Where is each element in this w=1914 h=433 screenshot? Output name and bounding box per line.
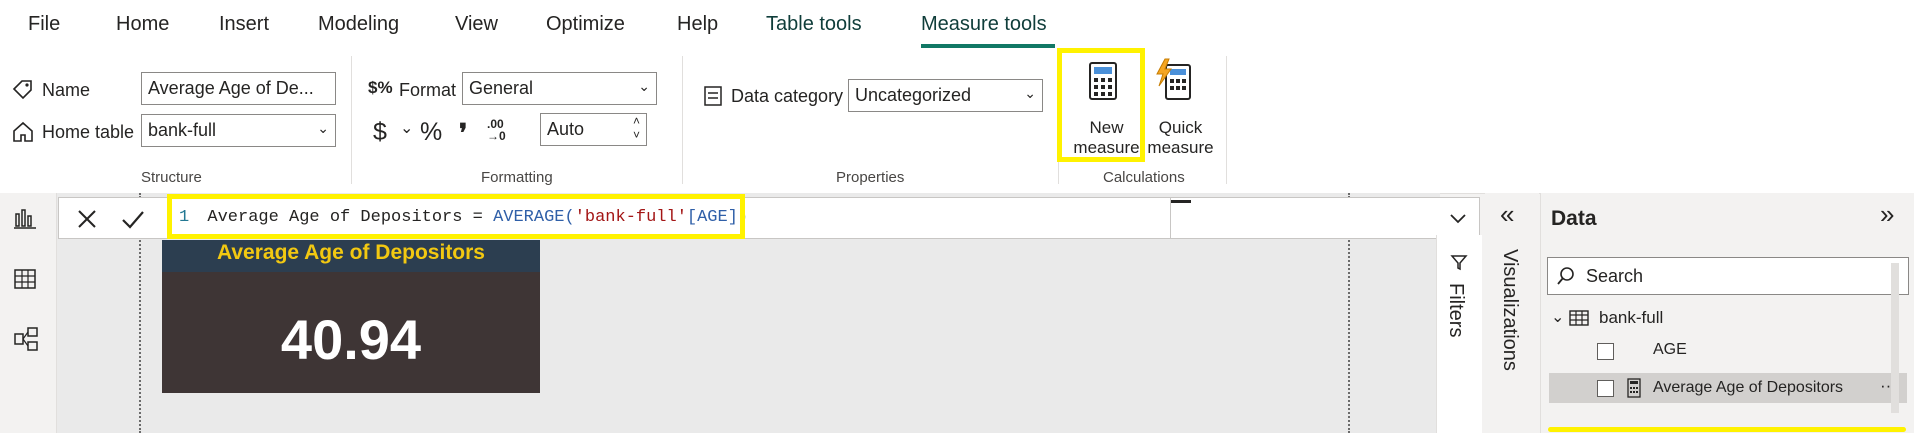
menu-insert[interactable]: Insert <box>219 13 269 36</box>
card-value: 40.94 <box>280 308 422 371</box>
chevron-down-icon[interactable]: ⌄ <box>1551 307 1564 327</box>
decimals-value: Auto <box>547 119 585 139</box>
menu-home[interactable]: Home <box>116 13 169 36</box>
scrollbar[interactable] <box>1891 263 1899 413</box>
decimal-bottom: →0 <box>487 129 506 143</box>
expand-visualizations-icon[interactable]: « <box>1500 199 1514 230</box>
table-name: bank-full <box>1599 308 1664 327</box>
table-bank-full[interactable]: ⌄ bank-full <box>1549 305 1839 333</box>
chevron-down-icon: ⌄ <box>317 120 329 136</box>
home-icon <box>13 121 33 142</box>
filters-pane[interactable]: Filters <box>1436 235 1482 433</box>
decimals-input[interactable]: Auto ˄ ˅ <box>540 113 647 146</box>
name-input[interactable]: Average Age of De... <box>141 72 336 105</box>
search-icon <box>1557 267 1574 285</box>
format-label: Format <box>399 80 457 100</box>
comma-button[interactable]: ❜ <box>459 118 467 149</box>
cancel-icon[interactable] <box>75 207 99 231</box>
format-icon: $% <box>368 78 393 97</box>
field-checkbox[interactable] <box>1597 380 1614 397</box>
structure-group-label: Structure <box>141 169 202 186</box>
formatting-group-label: Formatting <box>481 169 553 186</box>
field-checkbox[interactable] <box>1597 343 1614 360</box>
field-label: Average Age of Depositors <box>1653 379 1844 396</box>
chevron-down-icon: ⌄ <box>638 78 650 94</box>
data-pane: Data » Search ⌄ bank-full AGE Average Ag… <box>1540 193 1914 433</box>
home-table-value: bank-full <box>148 120 217 140</box>
expand-formula-icon[interactable] <box>1449 211 1467 225</box>
commit-icon[interactable] <box>120 207 146 231</box>
data-category-label: Data category <box>731 86 844 106</box>
data-category-value: Uncategorized <box>855 85 972 105</box>
format-value: General <box>469 78 534 98</box>
visualizations-pane[interactable]: « Visualizations <box>1485 193 1539 433</box>
properties-group-label: Properties <box>836 169 905 186</box>
card-title: Average Age of Depositors <box>216 241 485 264</box>
menu-bar: File Home Insert Modeling View Optimize … <box>0 0 1914 52</box>
tag-icon <box>12 80 32 100</box>
divider <box>1226 56 1227 184</box>
filters-label: Filters <box>1445 283 1467 338</box>
field-average-age-of-depositors[interactable]: Average Age of Depositors ··· <box>1549 373 1907 403</box>
report-view-icon[interactable] <box>13 208 37 230</box>
menu-help[interactable]: Help <box>677 13 718 36</box>
collapse-data-icon[interactable]: » <box>1880 199 1894 230</box>
home-table-label: Home table <box>42 122 135 142</box>
table-icon <box>1569 310 1589 326</box>
decimal-button[interactable]: .00 →0 <box>487 118 506 142</box>
field-age[interactable]: AGE <box>1549 338 1889 366</box>
quick-measure-button[interactable]: Quick measure <box>1143 58 1218 168</box>
highlight-field-underline <box>1548 427 1906 432</box>
highlight-formula <box>167 194 745 239</box>
data-category-select[interactable]: Uncategorized ⌄ <box>848 79 1043 112</box>
measure-icon <box>1627 378 1641 398</box>
menu-measure-tools[interactable]: Measure tools <box>921 13 1047 36</box>
currency-dropdown-icon[interactable]: ⌄ <box>400 118 413 138</box>
percent-button[interactable]: % <box>420 118 442 147</box>
quick-measure-label-2: measure <box>1147 138 1214 157</box>
model-view-icon[interactable] <box>13 326 39 352</box>
table-view-icon[interactable] <box>13 268 37 290</box>
menu-optimize[interactable]: Optimize <box>546 13 625 36</box>
visualizations-label: Visualizations <box>1499 249 1521 371</box>
search-placeholder: Search <box>1586 266 1644 286</box>
divider <box>351 56 352 184</box>
quick-measure-icon <box>1156 58 1191 100</box>
menu-file[interactable]: File <box>28 13 60 36</box>
scroll-marker <box>1171 200 1191 203</box>
home-table-select[interactable]: bank-full ⌄ <box>141 114 336 147</box>
format-select[interactable]: General ⌄ <box>462 72 657 105</box>
menu-table-tools[interactable]: Table tools <box>766 13 862 36</box>
chevron-down-icon: ⌄ <box>1024 85 1036 101</box>
field-label: AGE <box>1653 341 1687 358</box>
spinner-icon[interactable]: ˄ ˅ <box>633 114 640 142</box>
menu-modeling[interactable]: Modeling <box>318 13 399 36</box>
currency-button[interactable]: $ <box>373 118 387 147</box>
active-tab-indicator <box>921 44 1055 48</box>
ribbon: Name Average Age of De... Home table ban… <box>0 52 1914 194</box>
left-nav <box>0 193 57 433</box>
divider <box>682 56 683 184</box>
filter-icon <box>1450 255 1468 271</box>
search-box[interactable]: Search <box>1547 257 1909 295</box>
highlight-new-measure <box>1057 48 1145 162</box>
data-category-icon <box>704 86 722 106</box>
menu-view[interactable]: View <box>455 13 498 36</box>
formula-divider <box>1170 198 1171 238</box>
quick-measure-label-1: Quick <box>1158 118 1203 137</box>
calculations-group-label: Calculations <box>1103 169 1185 186</box>
name-label: Name <box>42 80 91 100</box>
data-pane-title: Data <box>1551 207 1597 230</box>
